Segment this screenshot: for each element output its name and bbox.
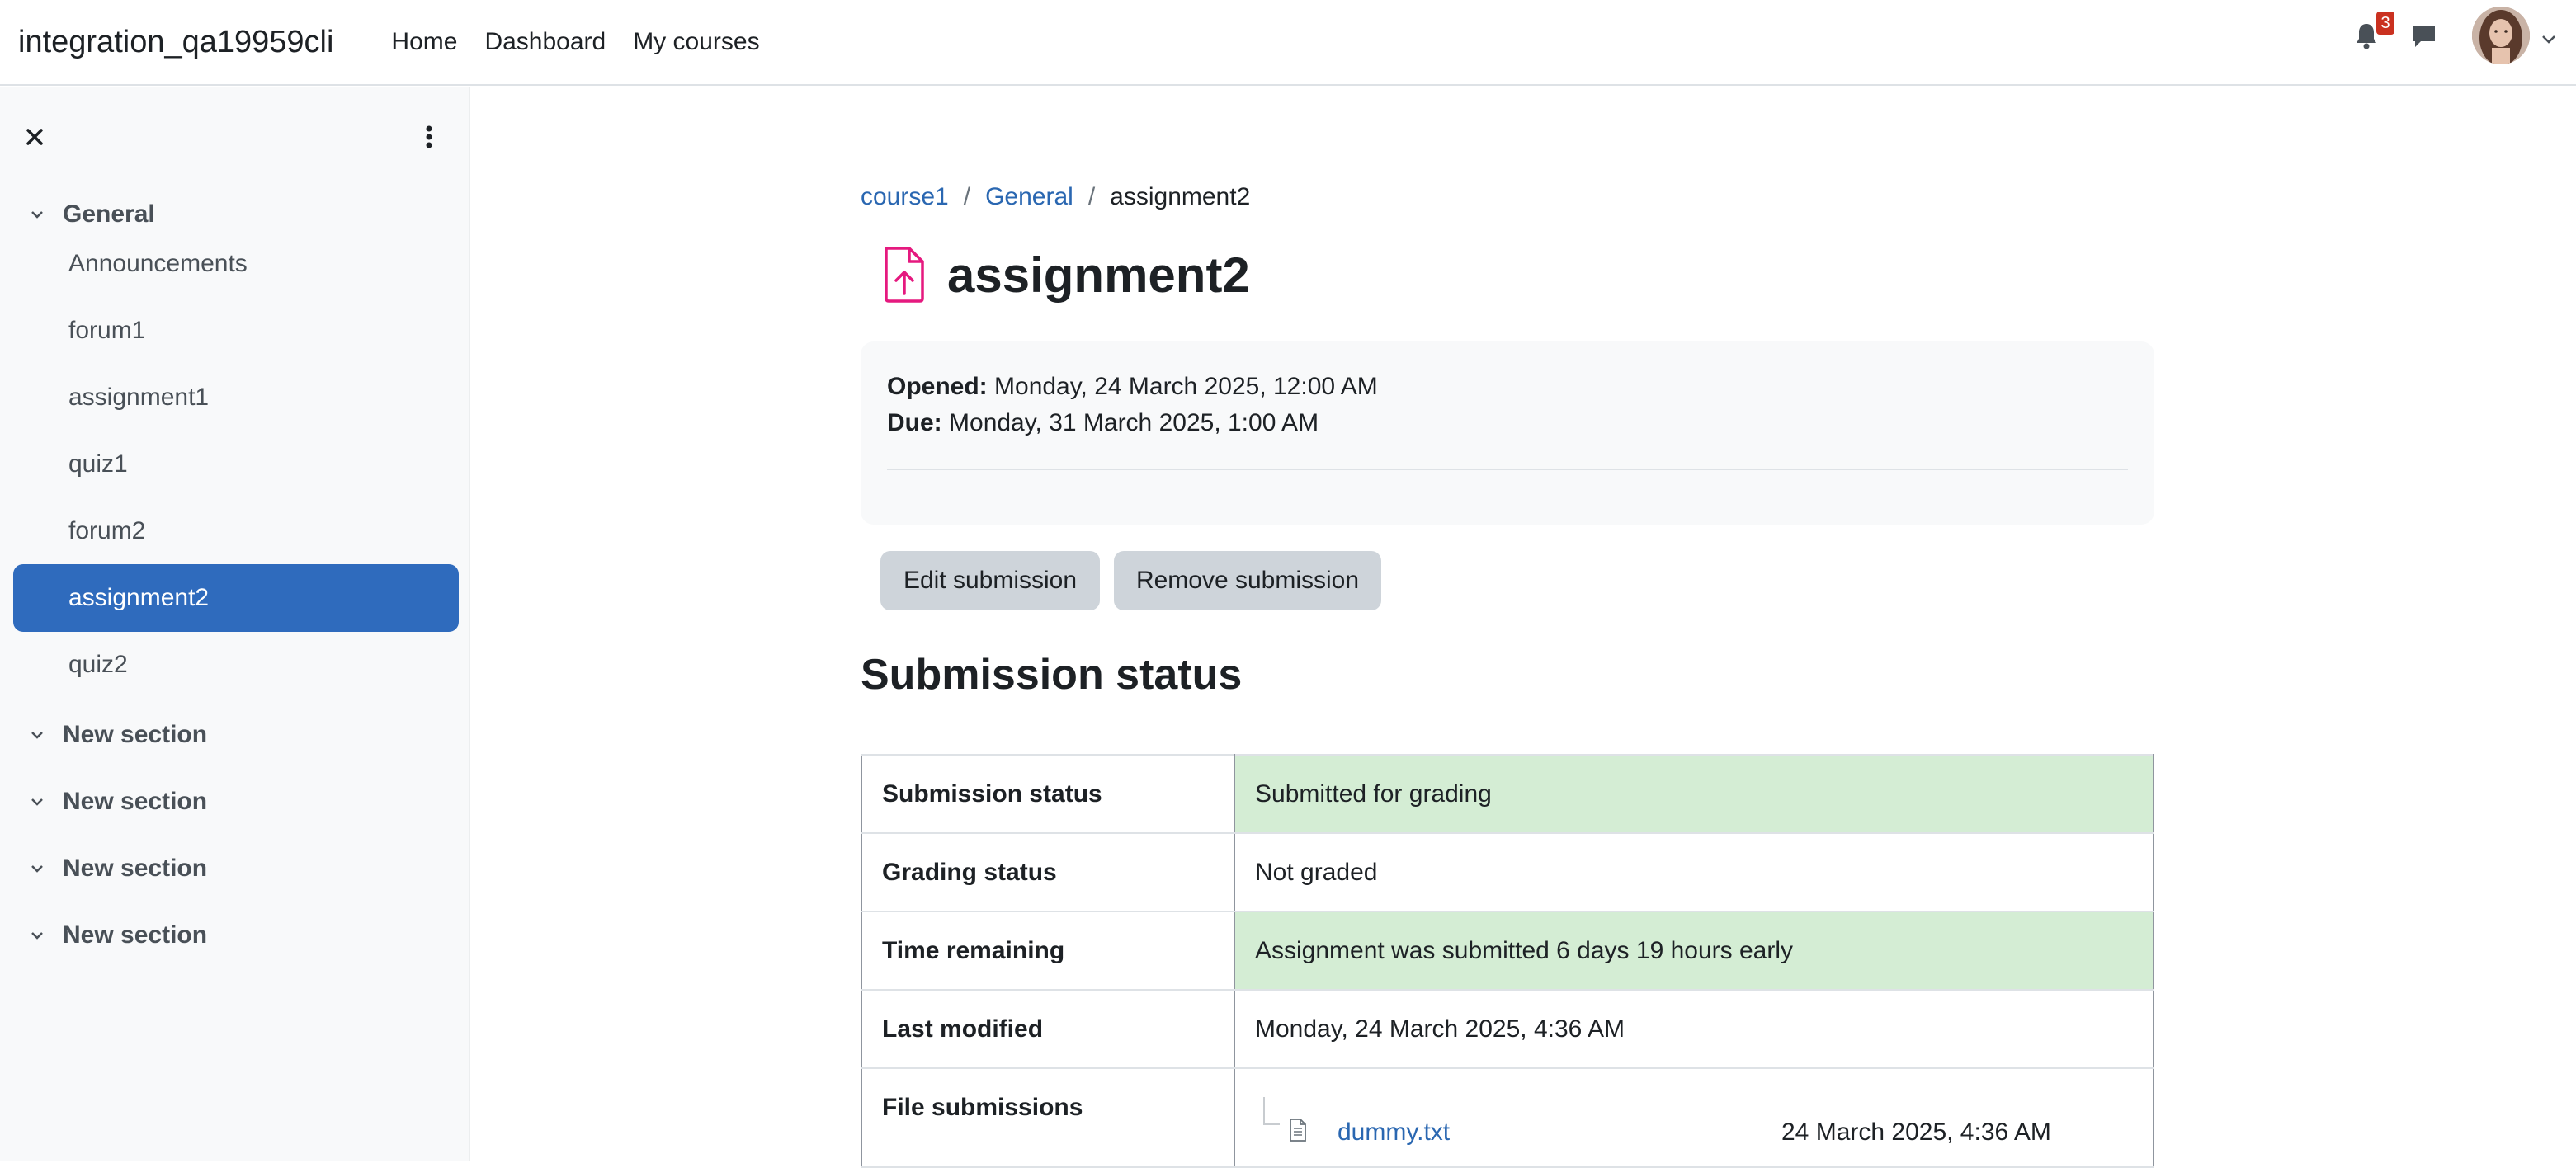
course-index-item[interactable]: forum1 [13,297,459,365]
submission-status-table: Submission status Submitted for grading … [861,754,2154,1168]
edit-submission-button[interactable]: Edit submission [880,551,1100,610]
section-title: General [63,200,155,228]
row-value: Assignment was submitted 6 days 19 hours… [1234,911,2154,991]
nav-dashboard[interactable]: Dashboard [484,28,606,56]
nav-home[interactable]: Home [391,28,457,56]
chevron-down-icon[interactable] [25,923,50,948]
row-value: Monday, 24 March 2025, 4:36 AM [1234,989,2154,1069]
table-row: Last modified Monday, 24 March 2025, 4:3… [861,989,2154,1069]
opened-date: Opened: Monday, 24 March 2025, 12:00 AM [887,373,1378,401]
chevron-down-icon[interactable] [25,856,50,881]
messages-button[interactable] [2408,20,2441,53]
text-file-icon [1290,1119,1306,1142]
course-index-item[interactable]: quiz1 [13,431,459,498]
opened-value: Monday, 24 March 2025, 12:00 AM [994,373,1378,400]
section-general[interactable]: General [25,198,155,231]
section-new-2[interactable]: New section [25,785,207,818]
table-row: File submissions dummy.txt 24 March 2025… [861,1067,2154,1168]
breadcrumb-course[interactable]: course1 [861,183,949,211]
close-drawer-button[interactable] [18,120,51,153]
course-index-item[interactable]: forum2 [13,497,459,565]
due-date: Due: Monday, 31 March 2025, 1:00 AM [887,409,1319,437]
table-row: Time remaining Assignment was submitted … [861,911,2154,991]
section-new-3[interactable]: New section [25,852,207,885]
course-index-drawer: General Announcements forum1 assignment1… [0,87,470,1161]
row-label: File submissions [861,1067,1235,1168]
page-title: assignment2 [947,247,1250,303]
row-label: Grading status [861,832,1235,912]
breadcrumb-separator: / [963,183,971,210]
row-value: Submitted for grading [1234,754,2154,834]
file-submissions-cell: dummy.txt 24 March 2025, 4:36 AM [1234,1067,2154,1168]
chat-icon [2413,26,2435,47]
table-row: Grading status Not graded [861,832,2154,912]
kebab-menu-icon [426,125,432,148]
file-link[interactable]: dummy.txt [1338,1119,1450,1147]
submission-status-heading: Submission status [861,651,1243,699]
avatar-image [2472,7,2530,64]
section-new-1[interactable]: New section [25,718,207,751]
section-title: New section [63,855,208,882]
notification-count-badge: 3 [2376,12,2394,35]
chevron-down-icon[interactable] [25,789,50,814]
breadcrumb-section[interactable]: General [985,183,1073,211]
bell-icon [2357,24,2376,49]
activity-dates: Opened: Monday, 24 March 2025, 12:00 AM … [861,341,2154,525]
due-value: Monday, 31 March 2025, 1:00 AM [949,409,1319,436]
file-upload-icon [885,247,924,303]
nav-my-courses[interactable]: My courses [633,28,759,56]
remove-submission-button[interactable]: Remove submission [1114,551,1381,610]
course-index-item[interactable]: Announcements [13,230,459,298]
site-name[interactable]: integration_qa19959cli [18,25,333,60]
chevron-down-icon[interactable] [25,723,50,747]
close-icon [26,129,43,145]
breadcrumb-current: assignment2 [1110,183,1251,210]
table-row: Submission status Submitted for grading [861,754,2154,834]
row-label: Submission status [861,754,1235,834]
course-index-item[interactable]: quiz2 [13,631,459,699]
opened-label: Opened: [887,373,988,400]
primary-navigation: Home Dashboard My courses [366,28,786,56]
row-label: Time remaining [861,911,1235,991]
divider [887,469,2128,470]
user-avatar[interactable] [2472,7,2530,64]
section-new-4[interactable]: New section [25,919,207,952]
page-header: assignment2 [878,246,1250,304]
chevron-down-icon [2542,35,2555,44]
course-index-options-button[interactable] [413,120,446,153]
breadcrumb: course1 / General / assignment2 [861,183,1250,211]
tree-connector [1263,1097,1280,1125]
course-index-item[interactable]: assignment1 [13,364,459,431]
file-date: 24 March 2025, 4:36 AM [1781,1119,2051,1146]
section-title: New section [63,788,208,815]
section-title: New section [63,921,208,949]
top-navbar: integration_qa19959cli Home Dashboard My… [0,0,2576,86]
chevron-down-icon[interactable] [25,202,50,227]
course-index-item-active[interactable]: assignment2 [13,564,459,632]
row-label: Last modified [861,989,1235,1069]
breadcrumb-separator: / [1087,183,1096,210]
due-label: Due: [887,409,942,436]
user-menu-toggle[interactable] [2540,26,2558,54]
section-title: New section [63,721,208,748]
file-tree-item: dummy.txt 24 March 2025, 4:36 AM [1255,1094,2133,1146]
row-value: Not graded [1234,832,2154,912]
